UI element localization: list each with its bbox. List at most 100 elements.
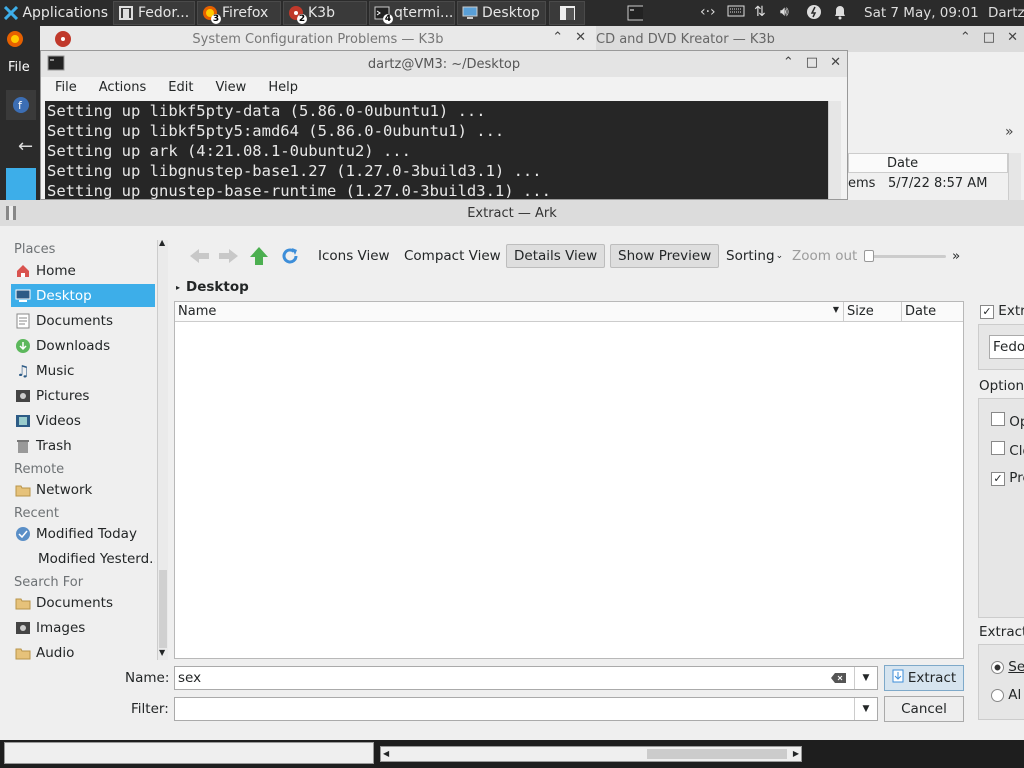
destination-folder-field[interactable]: Fedor: [989, 335, 1024, 359]
toolbar-more-button[interactable]: »: [944, 244, 968, 268]
option-1-checkbox[interactable]: Op: [991, 412, 1024, 430]
power-icon[interactable]: [806, 4, 822, 24]
volume-icon[interactable]: 🔊︎: [780, 4, 789, 20]
clear-text-icon[interactable]: [831, 667, 847, 689]
cancel-button[interactable]: Cancel: [884, 696, 964, 722]
place-pictures[interactable]: Pictures: [11, 384, 155, 407]
k3b-col-header[interactable]: Date: [848, 153, 1008, 173]
fedora-icon[interactable]: f: [6, 90, 36, 120]
minimize-icon[interactable]: ⌃: [960, 30, 971, 45]
close-icon[interactable]: ✕: [1007, 30, 1018, 45]
place-modified-yesterday[interactable]: Modified Yesterd...: [11, 547, 155, 570]
terminal-output[interactable]: Setting up libkf5pty-data (5.86.0-0ubunt…: [45, 101, 831, 199]
scroll-thumb[interactable]: [647, 749, 787, 759]
menu-view[interactable]: View: [204, 77, 257, 99]
taskbar-item-fedora[interactable]: Fedor...: [113, 1, 195, 25]
option-3-checkbox[interactable]: ✓ Pre: [991, 470, 1024, 486]
scroll-down-icon[interactable]: ▼: [159, 648, 165, 657]
zoom-slider-handle[interactable]: [864, 250, 874, 262]
maximize-icon[interactable]: □: [806, 55, 818, 70]
terminal-scrollbar[interactable]: [828, 101, 841, 199]
search-images[interactable]: Images: [11, 616, 155, 639]
zoom-out-button[interactable]: Zoom out: [784, 244, 865, 268]
taskbar-item-k3b[interactable]: 2 K3b: [283, 1, 367, 25]
extract-button[interactable]: Extract: [884, 665, 964, 691]
place-videos[interactable]: Videos: [11, 409, 155, 432]
search-audio[interactable]: Audio: [11, 641, 155, 664]
background-scrollbar[interactable]: ◀ ▶: [380, 746, 802, 762]
k3b-menu-file[interactable]: File: [8, 60, 30, 75]
option-2-checkbox[interactable]: Clo: [991, 441, 1024, 459]
column-header-size[interactable]: Size: [844, 302, 902, 322]
menu-actions[interactable]: Actions: [88, 77, 158, 99]
menu-help[interactable]: Help: [257, 77, 309, 99]
filter-label: Filter:: [131, 701, 169, 717]
maximize-icon[interactable]: □: [983, 30, 995, 45]
extract-mode-radio-1[interactable]: Se: [991, 659, 1024, 675]
places-scrollbar[interactable]: ▲ ▼: [157, 238, 168, 660]
k3b-more-button[interactable]: »: [1005, 124, 1014, 140]
close-icon[interactable]: ✕: [830, 55, 841, 70]
terminal-launcher[interactable]: [620, 1, 650, 25]
filter-input[interactable]: ▼: [174, 697, 878, 721]
window-icon: [559, 5, 575, 21]
notification-bell-icon[interactable]: [833, 4, 847, 24]
window-icon: [118, 5, 134, 21]
scroll-left-icon[interactable]: ◀: [383, 749, 389, 758]
extract-to-checkbox[interactable]: ✓ Extr: [980, 303, 1024, 319]
scroll-up-icon[interactable]: ▲: [159, 238, 165, 247]
breadcrumb[interactable]: ▸ Desktop: [176, 279, 249, 295]
applications-menu[interactable]: Applications: [0, 1, 112, 25]
user-menu[interactable]: Dartz: [988, 5, 1024, 21]
taskbar-item-qterminal[interactable]: 4 qtermi...: [369, 1, 455, 25]
minimize-icon[interactable]: ⌃: [552, 30, 563, 45]
desktop-icon: [15, 288, 31, 304]
options-frame: Op Clo ✓ Pre: [978, 398, 1024, 618]
k3b-scrollbar[interactable]: [1008, 153, 1021, 206]
show-preview-button[interactable]: Show Preview: [610, 244, 720, 268]
taskbar-item-firefox[interactable]: 3 Firefox: [197, 1, 281, 25]
file-list[interactable]: Name ▼ Size Date: [174, 301, 964, 659]
menu-file[interactable]: File: [41, 77, 88, 99]
place-trash[interactable]: Trash: [11, 434, 155, 457]
transfer-icon[interactable]: ⇅: [754, 4, 766, 20]
details-view-button[interactable]: Details View: [506, 244, 606, 268]
terminal-line: Setting up libgnustep-base1.27 (1.27.0-3…: [47, 162, 542, 180]
picture-icon: [15, 388, 31, 404]
taskbar-item-desktop[interactable]: Desktop: [457, 1, 546, 25]
clock[interactable]: Sat 7 May, 09:01: [864, 5, 979, 21]
breadcrumb-arrow-icon: ▸: [176, 282, 181, 292]
place-downloads[interactable]: Downloads: [11, 334, 155, 357]
name-input[interactable]: sex ▼: [174, 666, 878, 690]
reload-icon[interactable]: [272, 244, 308, 268]
download-icon: [15, 338, 31, 354]
icons-view-button[interactable]: Icons View: [310, 244, 398, 268]
extract-mode-radio-2[interactable]: Al: [991, 687, 1021, 703]
place-desktop[interactable]: Desktop: [11, 284, 155, 307]
calendar-icon: [15, 526, 31, 542]
show-desktop-button[interactable]: [549, 1, 585, 25]
menu-edit[interactable]: Edit: [157, 77, 204, 99]
scroll-right-icon[interactable]: ▶: [793, 749, 799, 758]
name-dropdown-icon[interactable]: ▼: [854, 667, 877, 689]
network-icon[interactable]: ‹·›: [700, 4, 716, 20]
keyboard-icon[interactable]: [727, 4, 745, 22]
back-arrow-icon[interactable]: ←: [18, 136, 33, 157]
compact-view-button[interactable]: Compact View: [396, 244, 509, 268]
top-panel: Applications Fedor... 3 Firefox 2 K3b 4 …: [0, 0, 1024, 26]
search-documents[interactable]: Documents: [11, 591, 155, 614]
place-home[interactable]: Home: [11, 259, 155, 282]
place-documents[interactable]: Documents: [11, 309, 155, 332]
scroll-thumb[interactable]: [159, 570, 167, 648]
filter-dropdown-icon[interactable]: ▼: [854, 698, 877, 720]
minimize-icon[interactable]: ⌃: [783, 55, 794, 70]
zoom-slider[interactable]: [864, 250, 946, 262]
column-header-date[interactable]: Date: [902, 302, 963, 322]
place-music[interactable]: ♫ Music: [11, 359, 155, 382]
close-icon[interactable]: ✕: [575, 30, 586, 45]
terminal-line: Setting up libkf5pty5:amd64 (5.86.0-0ubu…: [47, 122, 505, 140]
place-modified-today[interactable]: Modified Today: [11, 522, 155, 545]
column-header-name[interactable]: Name ▼: [175, 302, 844, 322]
place-network[interactable]: Network: [11, 478, 155, 501]
sorting-button[interactable]: Sorting ⌄: [718, 244, 791, 268]
